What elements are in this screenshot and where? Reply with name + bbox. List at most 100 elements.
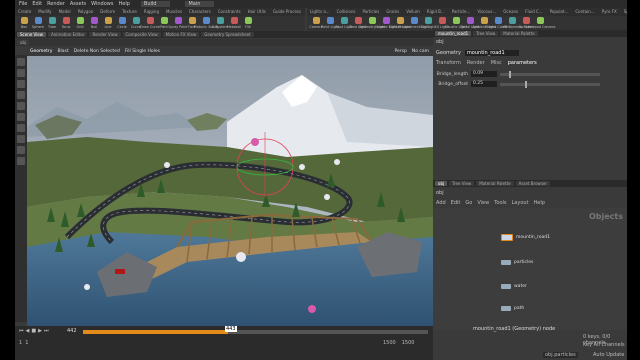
move-tool-icon[interactable]: [17, 69, 25, 77]
tab-animation-editor[interactable]: Animation Editor: [47, 32, 88, 37]
last-frame-icon[interactable]: ⏭: [44, 328, 49, 334]
shelf-tab[interactable]: Rigging: [141, 8, 162, 16]
network-graph[interactable]: Objects mountin_road1 particles water pa…: [433, 208, 627, 330]
play-icon[interactable]: ▶: [38, 328, 42, 334]
tab-render-view[interactable]: Render View: [89, 32, 121, 37]
shelf-lights-tool-button[interactable]: VR Camera: [502, 17, 522, 29]
auto-update-button[interactable]: Auto Update: [593, 352, 624, 358]
shelf-tab[interactable]: Create: [15, 8, 34, 16]
shelf-lights-tool-button[interactable]: Gamepad Camera: [525, 17, 555, 29]
shelf-lights-tool-button[interactable]: Point Light: [321, 17, 339, 29]
range-end[interactable]: 1500: [383, 340, 396, 346]
shelf-tab[interactable]: Polygon: [75, 8, 97, 16]
build-selector[interactable]: Build: [140, 1, 171, 7]
blast-button[interactable]: Blast: [57, 49, 68, 54]
view-label[interactable]: Persp: [394, 49, 406, 54]
bridge-length-value[interactable]: 0.09: [471, 71, 497, 77]
node-water[interactable]: water: [501, 284, 527, 289]
range-end-2[interactable]: 1500: [402, 340, 415, 346]
shelf-tool-button[interactable]: Spray Paint: [168, 17, 188, 29]
shelf-tab[interactable]: Modify: [35, 8, 54, 16]
scale-tool-icon[interactable]: [17, 91, 25, 99]
param-path[interactable]: obj: [436, 39, 444, 45]
shelf-lights-tab[interactable]: Rigid B...: [424, 8, 448, 16]
net-menu-go[interactable]: Go: [465, 200, 472, 206]
current-frame[interactable]: 442: [67, 328, 77, 334]
shelf-lights-tab[interactable]: Grains: [383, 8, 402, 16]
shelf-tool-button[interactable]: Null: [88, 17, 100, 29]
node-path[interactable]: path: [501, 306, 524, 311]
shelf-lights-tab[interactable]: Lights a...: [307, 8, 333, 16]
brush-tool-icon[interactable]: [17, 146, 25, 154]
tab-composite-view[interactable]: Composite View: [122, 32, 161, 37]
tab-network-obj[interactable]: obj: [435, 181, 448, 186]
menu-file[interactable]: File: [19, 1, 27, 7]
shelf-lights-tab[interactable]: Viscous...: [474, 8, 499, 16]
shelf-lights-tab[interactable]: Populat...: [547, 8, 572, 16]
prev-frame-icon[interactable]: ◀: [26, 328, 30, 334]
scene-viewport[interactable]: [27, 47, 433, 326]
tab-asset-browser[interactable]: Asset Browser: [515, 181, 551, 186]
snap-tool-icon[interactable]: [17, 135, 25, 143]
shelf-lights-tab[interactable]: Particles: [359, 8, 382, 16]
shelf-tool-button[interactable]: Sphere: [32, 17, 44, 29]
shelf-tool-button[interactable]: File: [242, 17, 254, 29]
menu-render[interactable]: Render: [47, 1, 65, 7]
node-name-field[interactable]: mountin_road1: [464, 50, 519, 56]
shelf-lights-tab[interactable]: Contain...: [572, 8, 597, 16]
shelf-lights-tab[interactable]: Pyro FX: [599, 8, 620, 16]
shelf-tool-button[interactable]: L-System: [212, 17, 228, 29]
tab-misc[interactable]: Misc: [491, 60, 502, 66]
tab-network-material[interactable]: Material Palette: [476, 181, 514, 186]
node-mountin-road1[interactable]: mountin_road1: [501, 234, 550, 241]
range-start-2[interactable]: 1: [25, 340, 28, 346]
pose-tool-icon[interactable]: [17, 113, 25, 121]
shelf-tab[interactable]: Model: [56, 8, 74, 16]
shelf-tool-button[interactable]: Grid: [74, 17, 86, 29]
tab-material-palette[interactable]: Material Palette: [500, 31, 538, 36]
shelf-tool-button[interactable]: Box: [18, 17, 30, 29]
net-menu-help[interactable]: Help: [534, 200, 545, 206]
tab-transform[interactable]: Transform: [436, 60, 461, 66]
shelf-lights-tab[interactable]: Sparse...: [621, 8, 627, 16]
app-bottom-tab[interactable]: obj.particles: [543, 352, 578, 358]
shelf-tab[interactable]: Hair Utils: [245, 8, 269, 16]
shelf-tab[interactable]: Muscles: [163, 8, 185, 16]
cam-label[interactable]: No cam: [412, 49, 429, 54]
path-obj[interactable]: obj: [17, 40, 30, 45]
shelf-tool-button[interactable]: Draw Curve: [140, 17, 160, 29]
tab-tree-view[interactable]: Tree View: [473, 31, 499, 36]
menu-edit[interactable]: Edit: [32, 1, 42, 7]
shelf-lights-tab[interactable]: Oceans: [500, 8, 521, 16]
shelf-tab[interactable]: Guide Process: [270, 8, 304, 16]
net-menu-add[interactable]: Add: [436, 200, 446, 206]
display-tool-icon[interactable]: [17, 157, 25, 165]
view-tool-icon[interactable]: [17, 124, 25, 132]
select-tool-icon[interactable]: [17, 58, 25, 66]
frame-marker[interactable]: 443: [225, 326, 237, 332]
shelf-lights-tool-button[interactable]: Environment Light: [398, 17, 430, 29]
shelf-lights-tab[interactable]: Collisions: [334, 8, 359, 16]
menu-windows[interactable]: Windows: [91, 1, 113, 7]
shelf-tab[interactable]: Characters: [186, 8, 214, 16]
key-all-channels-button[interactable]: Key All Channels: [583, 342, 625, 348]
shelf-tab[interactable]: Deform: [97, 8, 118, 16]
bridge-length-slider[interactable]: [500, 70, 600, 78]
net-menu-tools[interactable]: Tools: [494, 200, 506, 206]
range-start[interactable]: 1: [19, 340, 22, 346]
shelf-tool-button[interactable]: Torus: [60, 17, 72, 29]
tab-render[interactable]: Render: [467, 60, 485, 66]
shelf-tool-button[interactable]: Line: [102, 17, 114, 29]
network-path[interactable]: obj: [436, 190, 444, 196]
handle-tool-icon[interactable]: [17, 102, 25, 110]
tab-parameters[interactable]: parameters: [508, 60, 537, 66]
shelf-tool-button[interactable]: Metaball: [227, 17, 241, 29]
shelf-lights-tab[interactable]: Vellum: [403, 8, 423, 16]
bridge-offset-slider[interactable]: [500, 80, 600, 88]
net-menu-layout[interactable]: Layout: [512, 200, 529, 206]
menu-help[interactable]: Help: [118, 1, 129, 7]
tab-motion-fx-view[interactable]: Motion FX View: [162, 32, 200, 37]
shelf-lights-tab[interactable]: Particle...: [449, 8, 474, 16]
tab-network-tree[interactable]: Tree View: [449, 181, 475, 186]
shelf-tool-button[interactable]: Platonic Solids: [194, 17, 218, 29]
